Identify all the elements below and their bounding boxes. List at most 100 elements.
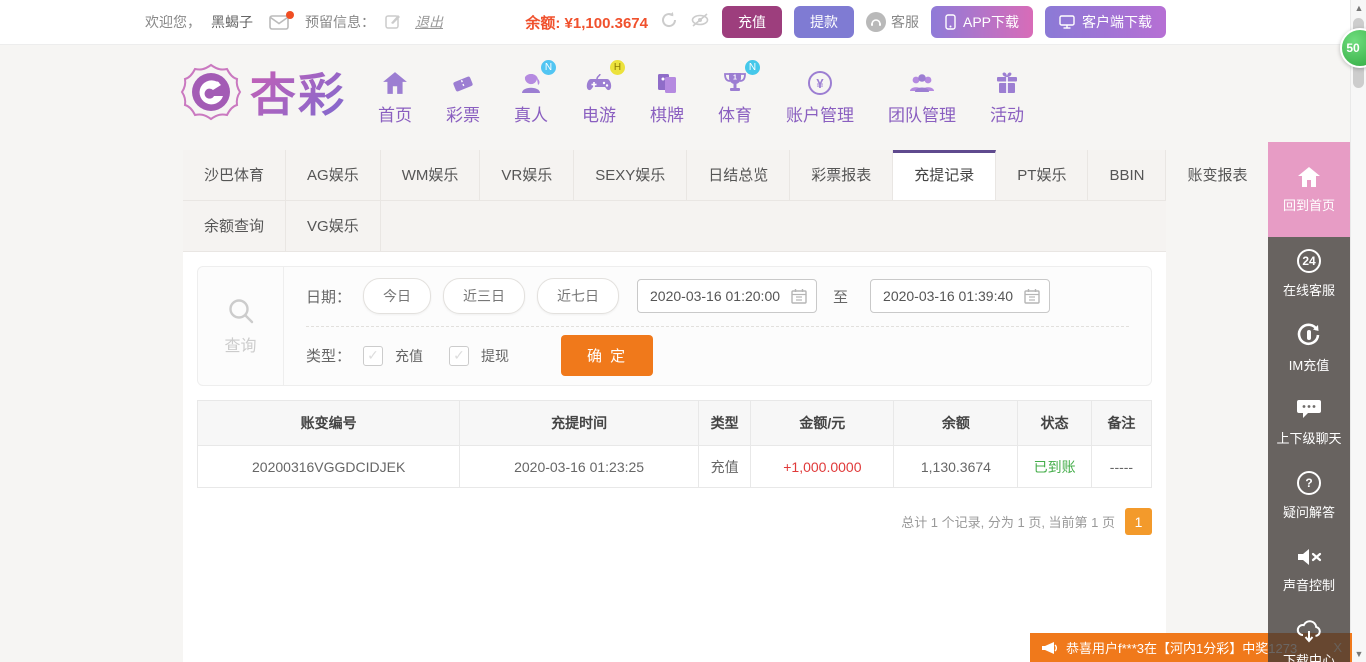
tab-recharge-withdraw-records[interactable]: 充提记录 xyxy=(893,150,996,200)
cell-time: 2020-03-16 01:23:25 xyxy=(460,446,699,488)
sidebar-item-online-service[interactable]: 24 在线客服 xyxy=(1268,237,1350,311)
tab-account-change-report[interactable]: 账变报表 xyxy=(1166,150,1269,200)
sidebar-item-download-center[interactable]: 下载中心 xyxy=(1268,607,1350,662)
customer-service-link[interactable]: 客服 xyxy=(866,12,919,32)
topbar: 欢迎您， 黑蝎子 预留信息： 退出 余额: ¥1,100.3674 充值 提款 … xyxy=(0,0,1366,45)
nav-item-lottery[interactable]: 彩票 xyxy=(446,67,480,126)
gamepad-icon: H xyxy=(585,67,613,95)
live-dealer-icon: N xyxy=(518,67,544,95)
sidebar-item-faq[interactable]: ? 疑问解答 xyxy=(1268,459,1350,533)
quick-range-3days[interactable]: 近三日 xyxy=(443,278,525,314)
sidebar-item-sound-control[interactable]: 声音控制 xyxy=(1268,533,1350,607)
page-1-button[interactable]: 1 xyxy=(1125,508,1152,535)
refresh-icon[interactable] xyxy=(660,11,678,34)
cell-type: 充值 xyxy=(698,446,750,488)
sidebar-item-chat[interactable]: 上下级聊天 xyxy=(1268,385,1350,459)
tab-lottery-report[interactable]: 彩票报表 xyxy=(790,150,893,200)
edit-icon[interactable] xyxy=(385,13,401,32)
gift-icon xyxy=(995,67,1019,95)
home-icon xyxy=(382,67,408,95)
checkbox-withdraw-label: 提现 xyxy=(481,346,509,366)
quick-range-today[interactable]: 今日 xyxy=(363,278,431,314)
pagination: 总计 1 个记录, 分为 1 页, 当前第 1 页 1 xyxy=(197,508,1152,535)
records-table: 账变编号 充提时间 类型 金额/元 余额 状态 备注 20200316VGGDC… xyxy=(197,400,1152,488)
checkbox-withdraw[interactable]: ✓ xyxy=(449,346,469,366)
filter-panel: 查询 日期： 今日 近三日 近七日 2020-03-16 01:20:00 至 … xyxy=(197,266,1152,386)
tab-wm[interactable]: WM娱乐 xyxy=(381,150,481,200)
home-icon xyxy=(1297,166,1321,188)
tab-balance-query[interactable]: 余额查询 xyxy=(183,201,286,251)
search-section: 查询 xyxy=(198,267,284,385)
service-24h-icon: 24 xyxy=(1297,249,1321,273)
nav-item-egames[interactable]: H 电游 xyxy=(582,67,616,126)
tab-ag[interactable]: AG娱乐 xyxy=(286,150,381,200)
pagination-summary: 总计 1 个记录, 分为 1 页, 当前第 1 页 xyxy=(901,512,1115,531)
tab-pt[interactable]: PT娱乐 xyxy=(996,150,1088,200)
trophy-icon: 1 N xyxy=(722,67,748,95)
nav-item-promotions[interactable]: 活动 xyxy=(990,67,1024,126)
cards-icon xyxy=(655,67,679,95)
scrollbar-up-arrow[interactable]: ▲ xyxy=(1351,0,1366,16)
coin-icon: ¥ xyxy=(808,67,832,95)
svg-text:1: 1 xyxy=(733,75,737,82)
to-label: 至 xyxy=(833,286,848,307)
confirm-button[interactable]: 确 定 xyxy=(561,335,653,376)
site-header: 杏彩 首页 彩票 N 真人 H xyxy=(0,45,1366,150)
welcome-text: 欢迎您， xyxy=(145,12,201,32)
client-download-button[interactable]: 客户端下载 xyxy=(1045,6,1166,38)
tab-saba-sports[interactable]: 沙巴体育 xyxy=(183,150,286,200)
calendar-icon xyxy=(1024,288,1040,304)
sidebar-item-im-recharge[interactable]: IM充值 xyxy=(1268,311,1350,385)
nav-item-account-management[interactable]: ¥ 账户管理 xyxy=(786,67,854,126)
nav-item-board-games[interactable]: 棋牌 xyxy=(650,67,684,126)
cell-change-id: 20200316VGGDCIDJEK xyxy=(198,446,460,488)
mute-icon xyxy=(1296,546,1322,568)
question-icon: ? xyxy=(1297,471,1321,495)
table-row: 20200316VGGDCIDJEK 2020-03-16 01:23:25 充… xyxy=(198,446,1152,488)
chat-icon xyxy=(1296,397,1322,421)
tab-sexy[interactable]: SEXY娱乐 xyxy=(574,150,687,200)
app-download-button[interactable]: APP下载 xyxy=(931,6,1033,38)
tab-row-filler xyxy=(381,201,1166,251)
withdraw-button[interactable]: 提款 xyxy=(794,6,854,38)
sidebar-item-home[interactable]: 回到首页 xyxy=(1268,142,1350,237)
floating-sidebar: 回到首页 24 在线客服 IM充值 上下级聊天 ? 疑问解答 声音控制 下载中心 xyxy=(1268,142,1350,662)
nav-item-team-management[interactable]: 团队管理 xyxy=(888,67,956,126)
cell-remark: ----- xyxy=(1091,446,1151,488)
date-to-input[interactable]: 2020-03-16 01:39:40 xyxy=(870,279,1050,313)
username[interactable]: 黑蝎子 xyxy=(211,12,253,32)
col-balance: 余额 xyxy=(894,401,1018,446)
site-logo[interactable]: 杏彩 xyxy=(180,59,346,125)
main-content-card: 沙巴体育 AG娱乐 WM娱乐 VR娱乐 SEXY娱乐 日结总览 彩票报表 充提记… xyxy=(183,150,1166,662)
nav-item-live-casino[interactable]: N 真人 xyxy=(514,67,548,126)
logout-link[interactable]: 退出 xyxy=(415,12,443,32)
headset-icon xyxy=(866,12,886,32)
tab-bbin[interactable]: BBIN xyxy=(1088,150,1166,200)
scrollbar-track[interactable]: ▲ ▼ xyxy=(1350,0,1366,662)
cell-status: 已到账 xyxy=(1018,446,1091,488)
logo-text: 杏彩 xyxy=(250,59,346,125)
nav-item-home[interactable]: 首页 xyxy=(378,67,412,126)
notification-dot xyxy=(286,11,294,19)
tab-vg[interactable]: VG娱乐 xyxy=(286,201,381,251)
calendar-icon xyxy=(791,288,807,304)
balance-display: 余额: ¥1,100.3674 xyxy=(525,12,648,33)
eye-hide-icon[interactable] xyxy=(690,12,710,33)
col-amount: 金额/元 xyxy=(751,401,894,446)
tab-daily-summary[interactable]: 日结总览 xyxy=(687,150,790,200)
scrollbar-down-arrow[interactable]: ▼ xyxy=(1351,646,1366,662)
checkbox-recharge-label: 充值 xyxy=(395,346,423,366)
type-label: 类型： xyxy=(306,345,351,366)
quick-range-7days[interactable]: 近七日 xyxy=(537,278,619,314)
nav-item-sports[interactable]: 1 N 体育 xyxy=(718,67,752,126)
monitor-icon xyxy=(1059,15,1075,29)
notification-text: 恭喜用户f***3在【河内1分彩】中奖1273 xyxy=(1066,638,1297,657)
search-label: 查询 xyxy=(224,332,256,356)
tab-vr[interactable]: VR娱乐 xyxy=(480,150,574,200)
recharge-button[interactable]: 充值 xyxy=(722,6,782,38)
col-change-id: 账变编号 xyxy=(198,401,460,446)
date-from-input[interactable]: 2020-03-16 01:20:00 xyxy=(637,279,817,313)
mail-icon[interactable] xyxy=(269,15,289,30)
checkbox-recharge[interactable]: ✓ xyxy=(363,346,383,366)
main-nav: 首页 彩票 N 真人 H 电游 xyxy=(378,67,1024,126)
